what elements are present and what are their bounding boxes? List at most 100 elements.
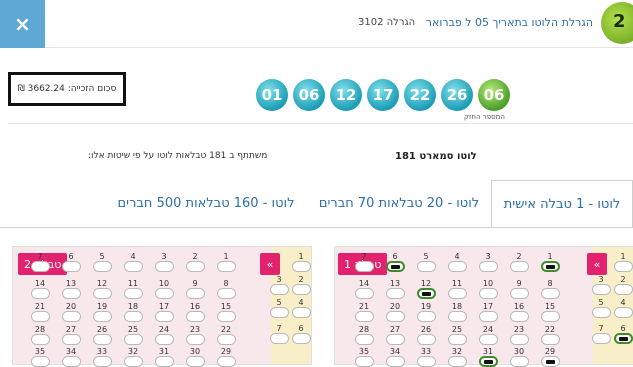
number-cell[interactable]: 12 — [416, 279, 436, 299]
number-bubble[interactable] — [540, 311, 560, 322]
number-cell[interactable]: 17 — [154, 302, 174, 322]
number-bubble[interactable] — [478, 261, 498, 272]
number-cell[interactable]: 29 — [216, 347, 236, 367]
number-bubble[interactable] — [185, 261, 205, 272]
number-cell[interactable]: 22 — [216, 325, 236, 345]
number-cell[interactable]: 29 — [540, 347, 560, 367]
number-bubble[interactable] — [354, 356, 374, 367]
number-bubble[interactable] — [613, 261, 633, 272]
number-cell[interactable]: 31 — [154, 347, 174, 367]
number-cell[interactable]: 34 — [61, 347, 81, 367]
number-bubble[interactable] — [123, 334, 143, 345]
number-bubble[interactable] — [216, 288, 236, 299]
number-cell[interactable]: 13 — [61, 279, 81, 299]
number-bubble[interactable] — [509, 288, 529, 299]
number-cell[interactable]: 8 — [216, 279, 236, 299]
strong-number-cell[interactable]: 2 — [291, 275, 311, 295]
number-bubble[interactable] — [478, 334, 498, 345]
number-bubble[interactable] — [447, 311, 467, 322]
number-cell[interactable]: 34 — [385, 347, 405, 367]
number-bubble[interactable] — [30, 311, 50, 322]
number-cell[interactable]: 5 — [92, 252, 112, 272]
number-cell[interactable]: 32 — [123, 347, 143, 367]
number-cell[interactable]: 30 — [185, 347, 205, 367]
number-bubble[interactable] — [385, 261, 405, 272]
number-cell[interactable]: 28 — [30, 325, 50, 345]
number-bubble[interactable] — [291, 333, 311, 344]
number-bubble[interactable] — [123, 288, 143, 299]
number-cell[interactable]: 13 — [385, 279, 405, 299]
number-bubble[interactable] — [30, 261, 50, 272]
number-bubble[interactable] — [509, 356, 529, 367]
number-cell[interactable]: 35 — [354, 347, 374, 367]
number-bubble[interactable] — [123, 356, 143, 367]
number-bubble[interactable] — [61, 356, 81, 367]
number-bubble[interactable] — [154, 261, 174, 272]
strong-number-cell[interactable]: 1 — [291, 252, 311, 272]
number-bubble[interactable] — [154, 311, 174, 322]
number-cell[interactable]: 21 — [30, 302, 50, 322]
number-cell[interactable]: 18 — [447, 302, 467, 322]
number-bubble[interactable] — [216, 334, 236, 345]
expand-arrow-button[interactable]: « — [587, 253, 607, 275]
number-bubble[interactable] — [30, 356, 50, 367]
number-cell[interactable]: 32 — [447, 347, 467, 367]
strong-number-cell[interactable]: 7 — [269, 324, 289, 344]
number-bubble[interactable] — [447, 334, 467, 345]
number-bubble[interactable] — [591, 333, 611, 344]
number-bubble[interactable] — [30, 334, 50, 345]
number-cell[interactable]: 10 — [154, 279, 174, 299]
number-bubble[interactable] — [385, 356, 405, 367]
number-cell[interactable]: 17 — [478, 302, 498, 322]
number-bubble[interactable] — [385, 311, 405, 322]
number-cell[interactable]: 24 — [154, 325, 174, 345]
number-cell[interactable]: 15 — [216, 302, 236, 322]
number-cell[interactable]: 25 — [447, 325, 467, 345]
number-bubble[interactable] — [92, 334, 112, 345]
number-cell[interactable]: 3 — [154, 252, 174, 272]
number-cell[interactable]: 11 — [447, 279, 467, 299]
number-bubble[interactable] — [291, 261, 311, 272]
number-cell[interactable]: 31 — [478, 347, 498, 367]
number-bubble[interactable] — [416, 261, 436, 272]
close-button[interactable]: × — [0, 0, 45, 48]
number-bubble[interactable] — [591, 284, 611, 295]
strong-number-cell[interactable]: 5 — [591, 298, 611, 318]
strong-number-cell[interactable]: 3 — [591, 275, 611, 295]
number-cell[interactable]: 15 — [540, 302, 560, 322]
number-cell[interactable]: 27 — [61, 325, 81, 345]
expand-arrow-button[interactable]: « — [260, 253, 280, 275]
number-cell[interactable]: 23 — [185, 325, 205, 345]
number-bubble[interactable] — [416, 356, 436, 367]
number-bubble[interactable] — [540, 288, 560, 299]
number-cell[interactable]: 21 — [354, 302, 374, 322]
number-bubble[interactable] — [478, 356, 498, 367]
number-bubble[interactable] — [61, 334, 81, 345]
number-cell[interactable]: 19 — [416, 302, 436, 322]
number-cell[interactable]: 26 — [416, 325, 436, 345]
number-bubble[interactable] — [540, 334, 560, 345]
number-cell[interactable]: 14 — [30, 279, 50, 299]
number-bubble[interactable] — [61, 311, 81, 322]
number-bubble[interactable] — [30, 288, 50, 299]
number-cell[interactable]: 25 — [123, 325, 143, 345]
number-bubble[interactable] — [447, 288, 467, 299]
number-cell[interactable]: 6 — [385, 252, 405, 272]
number-cell[interactable]: 27 — [385, 325, 405, 345]
number-bubble[interactable] — [216, 356, 236, 367]
number-cell[interactable]: 2 — [185, 252, 205, 272]
number-bubble[interactable] — [154, 288, 174, 299]
number-cell[interactable]: 7 — [354, 252, 374, 272]
number-bubble[interactable] — [354, 288, 374, 299]
number-cell[interactable]: 33 — [92, 347, 112, 367]
number-bubble[interactable] — [216, 311, 236, 322]
number-cell[interactable]: 18 — [123, 302, 143, 322]
number-bubble[interactable] — [509, 334, 529, 345]
number-bubble[interactable] — [154, 334, 174, 345]
number-cell[interactable]: 28 — [354, 325, 374, 345]
number-bubble[interactable] — [92, 288, 112, 299]
number-bubble[interactable] — [385, 288, 405, 299]
number-bubble[interactable] — [185, 288, 205, 299]
number-bubble[interactable] — [269, 307, 289, 318]
number-cell[interactable]: 1 — [216, 252, 236, 272]
